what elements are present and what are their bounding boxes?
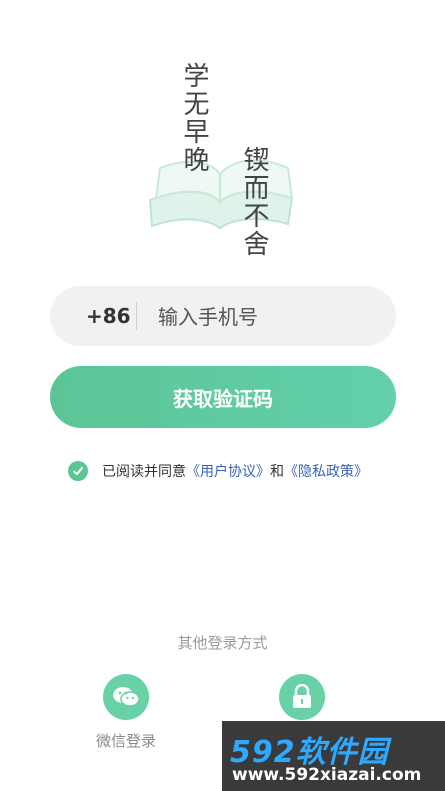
agreement-and: 和 [270, 464, 284, 480]
phone-field[interactable]: +86 [50, 286, 396, 348]
check-icon [73, 467, 83, 475]
watermark-url: www.592xiazai.com [232, 765, 422, 785]
lock-icon[interactable] [279, 674, 325, 720]
wechat-login-option[interactable]: 微信登录 [86, 674, 166, 751]
hero-illustration: 学无早晚 锲而不舍 [140, 58, 300, 288]
country-code[interactable]: +86 [86, 286, 131, 346]
wechat-login-label: 微信登录 [95, 732, 156, 750]
phone-input[interactable] [156, 286, 390, 348]
hero-slogan-1: 学无早晚 [179, 62, 209, 174]
get-code-button[interactable]: 获取验证码 [50, 366, 396, 428]
wechat-icon[interactable] [103, 674, 149, 720]
user-agreement-link[interactable]: 《用户协议》 [186, 461, 270, 481]
other-login-title: 其他登录方式 [177, 634, 268, 652]
agreement-row: 已阅读并同意 《用户协议》 和 《隐私政策》 [68, 460, 368, 482]
agreement-prefix: 已阅读并同意 [102, 464, 186, 480]
hero-slogan-2: 锲而不舍 [239, 146, 269, 258]
privacy-policy-link[interactable]: 《隐私政策》 [284, 461, 368, 481]
watermark: 592软件园 www.592xiazai.com [222, 721, 445, 791]
agreement-checkbox[interactable] [68, 461, 88, 481]
book-icon [148, 159, 294, 230]
divider [136, 302, 137, 330]
